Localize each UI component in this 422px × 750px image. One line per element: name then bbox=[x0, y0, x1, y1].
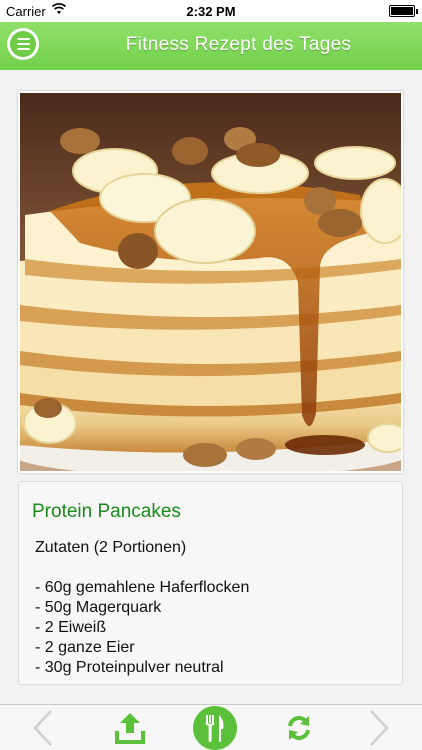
next-button[interactable] bbox=[362, 705, 396, 750]
page-title: Fitness Rezept des Tages bbox=[125, 34, 352, 55]
app-screen: Carrier 2:32 PM Fitness Rezept des Tages bbox=[0, 0, 422, 750]
ingredient-item: - 30g Proteinpulver neutral bbox=[35, 659, 224, 676]
ingredient-item: - 60g gemahlene Haferflocken bbox=[35, 579, 250, 596]
chevron-right-icon bbox=[370, 710, 389, 746]
hamburger-icon bbox=[10, 31, 36, 57]
status-time: 2:32 PM bbox=[186, 4, 236, 19]
pancake-photo bbox=[20, 93, 401, 471]
status-bar: Carrier 2:32 PM bbox=[0, 0, 422, 22]
navigation-bar: Fitness Rezept des Tages bbox=[0, 22, 422, 70]
fork-knife-icon bbox=[193, 706, 237, 750]
ingredient-item: - 2 Eiweiß bbox=[35, 619, 107, 636]
chevron-left-icon bbox=[33, 710, 52, 746]
ingredient-item: - 2 ganze Eier bbox=[35, 639, 135, 656]
share-icon bbox=[115, 713, 145, 744]
recipe-card: Protein Pancakes Zutaten (2 Portionen) -… bbox=[18, 481, 403, 685]
ingredients-heading: Zutaten (2 Portionen) bbox=[35, 539, 187, 556]
share-button[interactable] bbox=[112, 705, 148, 750]
bottom-toolbar bbox=[0, 704, 422, 750]
recipes-button[interactable] bbox=[192, 705, 238, 750]
menu-button[interactable] bbox=[7, 28, 39, 60]
refresh-icon bbox=[288, 716, 310, 740]
previous-button[interactable] bbox=[26, 705, 60, 750]
refresh-button[interactable] bbox=[282, 705, 316, 750]
recipe-image bbox=[18, 91, 403, 473]
ingredient-item: - 50g Magerquark bbox=[35, 599, 162, 616]
recipe-title: Protein Pancakes bbox=[32, 501, 181, 522]
battery-icon bbox=[389, 5, 418, 17]
